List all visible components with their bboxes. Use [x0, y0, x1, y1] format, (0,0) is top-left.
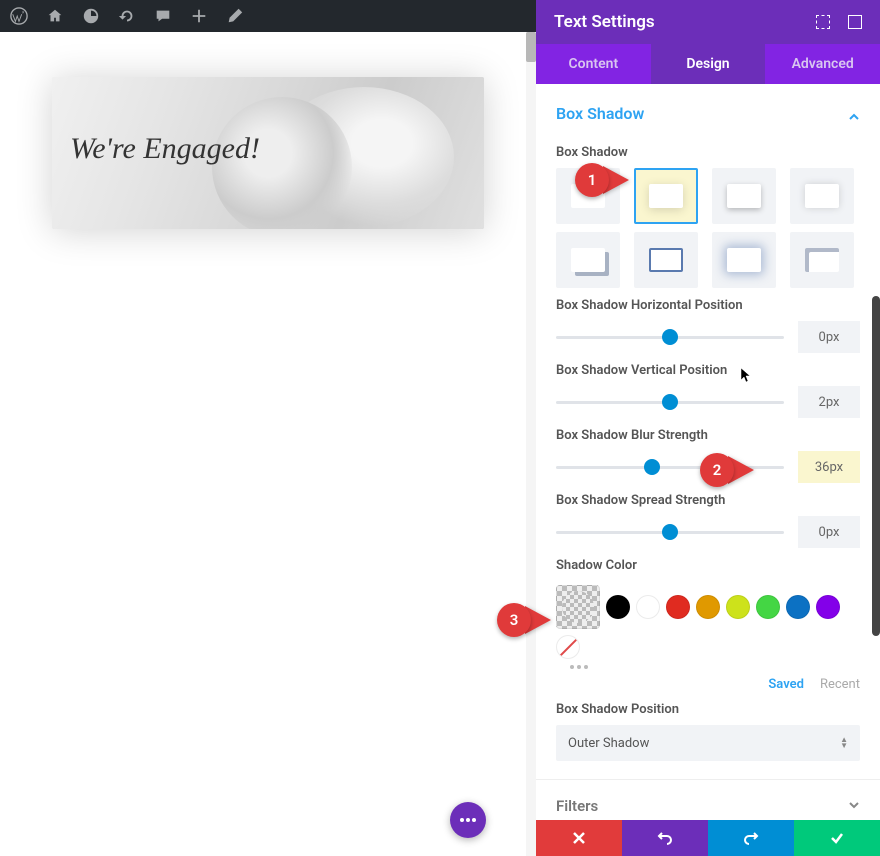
swatch-white[interactable] [636, 595, 660, 619]
boxshadow-section-header[interactable]: Box Shadow [556, 98, 860, 135]
shadow-preset-none[interactable] [556, 168, 620, 224]
mouse-cursor [740, 367, 752, 383]
comment-icon[interactable] [154, 7, 172, 25]
blur-slider[interactable] [556, 457, 784, 477]
shadow-preset-inset[interactable] [790, 232, 854, 288]
tab-advanced[interactable]: Advanced [765, 44, 880, 84]
blur-label: Box Shadow Blur Strength [556, 428, 860, 443]
horiz-label: Box Shadow Horizontal Position [556, 298, 860, 313]
swatch-purple[interactable] [816, 595, 840, 619]
swatch-blue[interactable] [786, 595, 810, 619]
vert-slider[interactable] [556, 392, 784, 412]
chevron-up-icon [848, 108, 860, 120]
dashboard-icon[interactable] [82, 7, 100, 25]
spread-value[interactable]: 0px [798, 516, 860, 548]
shadow-preset-bigglow[interactable] [712, 232, 776, 288]
shadow-preset-soft[interactable] [634, 168, 698, 224]
swatch-black[interactable] [606, 595, 630, 619]
save-button[interactable] [794, 820, 880, 856]
vert-value[interactable]: 2px [798, 386, 860, 418]
shadow-position-select[interactable]: Outer Shadow ▲▼ [556, 725, 860, 761]
panel-body: Box Shadow Box Shadow Box Shadow Horizon… [536, 84, 880, 820]
shadow-color-label: Shadow Color [556, 558, 860, 573]
expand-icon[interactable] [816, 15, 830, 29]
swatch-lime[interactable] [726, 595, 750, 619]
text-module-preview[interactable]: We're Engaged! [52, 77, 484, 229]
canvas-scrollbar-thumb[interactable] [526, 32, 536, 62]
panel-title: Text Settings [554, 12, 655, 32]
refresh-icon[interactable] [118, 7, 136, 25]
cancel-button[interactable] [536, 820, 622, 856]
select-arrows-icon: ▲▼ [840, 737, 848, 749]
spread-slider[interactable] [556, 522, 784, 542]
module-options-fab[interactable] [450, 802, 486, 838]
boxshadow-section-title: Box Shadow [556, 104, 644, 123]
more-colors-icon[interactable] [570, 665, 860, 669]
saved-colors-tab[interactable]: Saved [768, 677, 804, 692]
swatch-orange[interactable] [696, 595, 720, 619]
pencil-icon[interactable] [226, 7, 244, 25]
shadow-preset-medium[interactable] [712, 168, 776, 224]
shadow-preset-glow[interactable] [790, 168, 854, 224]
filters-title: Filters [556, 797, 598, 815]
chevron-down-icon [848, 796, 860, 815]
panel-header: Text Settings [536, 0, 880, 44]
tab-content[interactable]: Content [536, 44, 651, 84]
shadow-position-value: Outer Shadow [568, 736, 649, 751]
hero-text: We're Engaged! [70, 132, 260, 166]
canvas-scrollbar-track[interactable] [526, 32, 536, 856]
wordpress-icon[interactable] [10, 7, 28, 25]
horiz-slider[interactable] [556, 327, 784, 347]
undo-button[interactable] [622, 820, 708, 856]
settings-panel: Text Settings Content Design Advanced Bo… [536, 0, 880, 856]
redo-button[interactable] [708, 820, 794, 856]
snap-icon[interactable] [848, 15, 862, 29]
color-swatch-row [556, 581, 860, 659]
vert-label: Box Shadow Vertical Position [556, 363, 860, 378]
panel-scrollbar[interactable] [872, 296, 880, 636]
boxshadow-preset-label: Box Shadow [556, 145, 860, 160]
filters-section[interactable]: Filters [536, 779, 880, 820]
plus-icon[interactable] [190, 7, 208, 25]
blur-value[interactable]: 36px [798, 451, 860, 483]
settings-tabs: Content Design Advanced [536, 44, 880, 84]
shadow-preset-offset[interactable] [556, 232, 620, 288]
shadow-preset-border[interactable] [634, 232, 698, 288]
recent-colors-tab[interactable]: Recent [820, 677, 860, 692]
position-label: Box Shadow Position [556, 702, 860, 717]
spread-label: Box Shadow Spread Strength [556, 493, 860, 508]
tab-design[interactable]: Design [651, 44, 766, 84]
builder-canvas: We're Engaged! [0, 32, 536, 856]
home-icon[interactable] [46, 7, 64, 25]
swatch-custom[interactable] [556, 585, 600, 629]
swatch-green[interactable] [756, 595, 780, 619]
horiz-value[interactable]: 0px [798, 321, 860, 353]
swatch-transparent[interactable] [556, 635, 580, 659]
boxshadow-preset-grid [556, 168, 860, 288]
panel-actions [536, 820, 880, 856]
swatch-red[interactable] [666, 595, 690, 619]
